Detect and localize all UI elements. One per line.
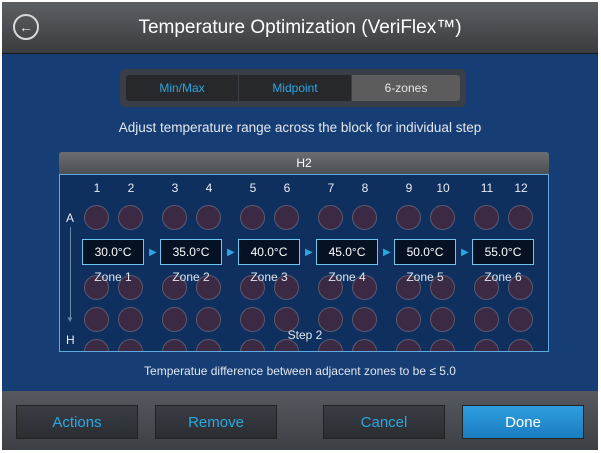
well: [352, 205, 377, 230]
remove-button[interactable]: Remove: [155, 405, 277, 439]
well: [352, 307, 377, 332]
column-number: 8: [361, 181, 369, 195]
zone-2-label: Zone 2: [172, 270, 210, 284]
zone-1-label: Zone 1: [94, 270, 132, 284]
row-range-line: [70, 227, 71, 319]
zone-5-label: Zone 5: [406, 270, 444, 284]
zone-mode-tabs: Min/Max Midpoint 6-zones: [120, 69, 466, 107]
zone-2-temp-field[interactable]: 35.0°C: [160, 239, 222, 265]
row-label-bottom: H: [66, 333, 75, 347]
well: [196, 339, 221, 351]
well: [430, 205, 455, 230]
column-number: 5: [249, 181, 257, 195]
column-number: 9: [405, 181, 413, 195]
column-number: 1: [93, 181, 101, 195]
well: [274, 205, 299, 230]
well: [508, 339, 533, 351]
zone-3-label: Zone 3: [250, 270, 288, 284]
column-number: 3: [171, 181, 179, 195]
header-bar: ← Temperature Optimization (VeriFlex™): [2, 2, 598, 54]
column-number: 10: [436, 181, 450, 195]
tab-midpoint[interactable]: Midpoint: [239, 75, 351, 101]
right-arrow-icon: ▶: [305, 247, 313, 258]
well: [118, 307, 143, 332]
zone-6-label: Zone 6: [484, 270, 522, 284]
column-number: 2: [127, 181, 135, 195]
zone-6-temp-field[interactable]: 55.0°C: [472, 239, 534, 265]
well: [84, 307, 109, 332]
well: [430, 339, 455, 351]
well: [162, 205, 187, 230]
right-arrow-icon: ▶: [461, 247, 469, 258]
right-arrow-icon: ▶: [383, 247, 391, 258]
well: [196, 205, 221, 230]
zone-5-temp-field[interactable]: 50.0°C: [394, 239, 456, 265]
zone-3-temp-field[interactable]: 40.0°C: [238, 239, 300, 265]
column-number: 4: [205, 181, 213, 195]
well: [396, 339, 421, 351]
well: [84, 205, 109, 230]
zone-difference-note: Temperatue difference between adjacent z…: [144, 364, 456, 378]
well: [474, 205, 499, 230]
well: [508, 205, 533, 230]
well: [318, 205, 343, 230]
block-plate: 1 2 3 4 5 6 7 8 9 10 11 12 A ▼ H 30.0°C …: [59, 174, 549, 352]
page-title: Temperature Optimization (VeriFlex™): [138, 17, 462, 38]
instruction-text: Adjust temperature range across the bloc…: [118, 120, 482, 135]
column-number: 7: [327, 181, 335, 195]
down-arrow-icon: ▼: [66, 315, 74, 324]
well: [396, 205, 421, 230]
well: [474, 339, 499, 351]
screen: ← Temperature Optimization (VeriFlex™) M…: [2, 2, 598, 450]
zone-1-temp-field[interactable]: 30.0°C: [82, 239, 144, 265]
actions-button[interactable]: Actions: [16, 405, 138, 439]
tab-6-zones[interactable]: 6-zones: [352, 75, 460, 101]
well: [162, 339, 187, 351]
well: [196, 307, 221, 332]
column-number: 12: [514, 181, 528, 195]
well: [240, 205, 265, 230]
footer-bar: Actions Remove Cancel Done: [2, 391, 598, 450]
well: [352, 339, 377, 351]
column-number: 11: [480, 181, 494, 195]
column-number: 6: [283, 181, 291, 195]
tab-min-max[interactable]: Min/Max: [126, 75, 238, 101]
well: [84, 339, 109, 351]
right-arrow-icon: ▶: [227, 247, 235, 258]
right-arrow-icon: ▶: [149, 247, 157, 258]
cancel-button[interactable]: Cancel: [323, 405, 445, 439]
well: [508, 307, 533, 332]
well: [162, 307, 187, 332]
well: [474, 307, 499, 332]
well: [396, 307, 421, 332]
zone-4-label: Zone 4: [328, 270, 366, 284]
well: [240, 339, 265, 351]
well: [118, 339, 143, 351]
step-label: Step 2: [287, 328, 323, 342]
well: [430, 307, 455, 332]
well: [240, 307, 265, 332]
zone-4-temp-field[interactable]: 45.0°C: [316, 239, 378, 265]
well: [118, 205, 143, 230]
block-title: H2: [59, 152, 549, 174]
done-button[interactable]: Done: [462, 405, 584, 439]
row-label-top: A: [66, 211, 75, 225]
